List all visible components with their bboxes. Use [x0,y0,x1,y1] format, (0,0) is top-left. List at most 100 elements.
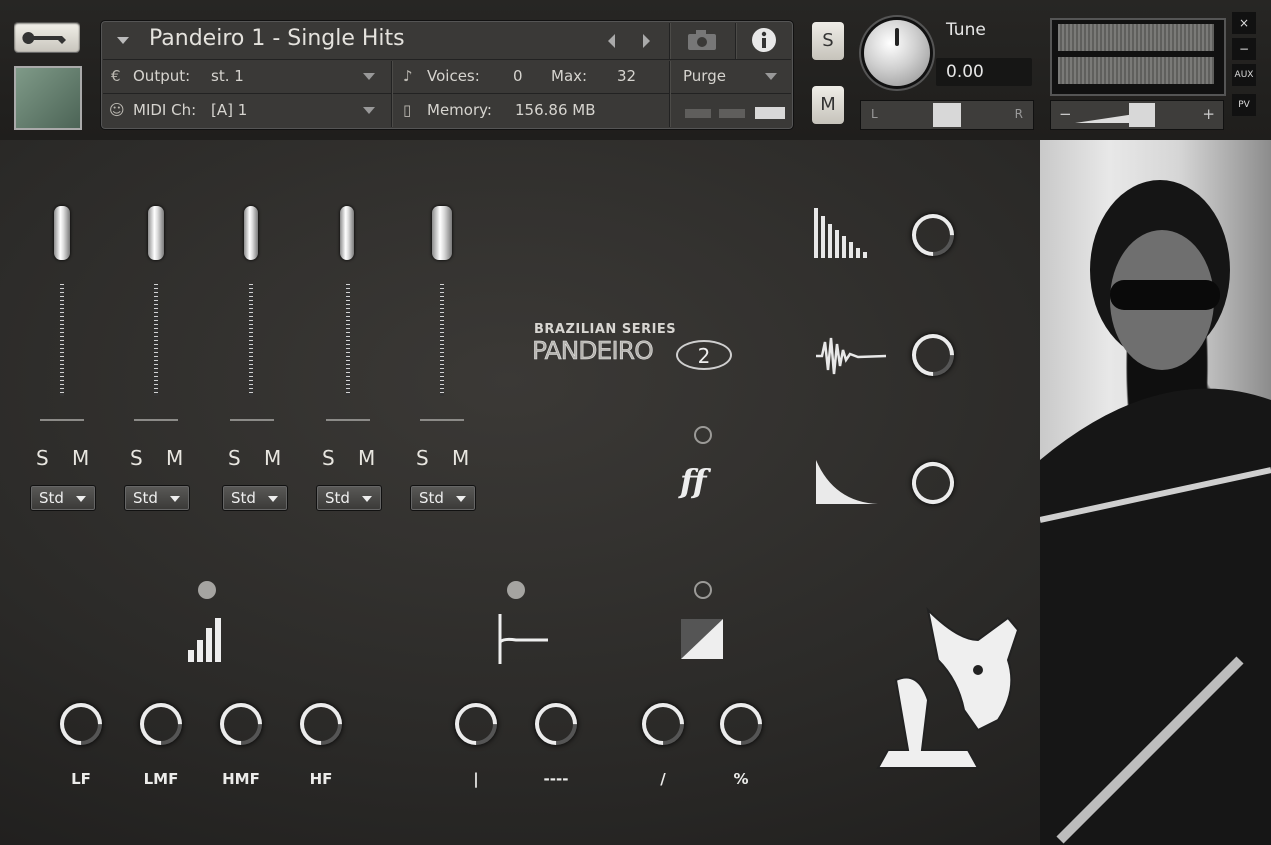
channel-1-fader[interactable] [60,284,64,396]
eq-hmf-label: HMF [222,770,260,788]
max-voices-value[interactable]: 32 [617,67,636,85]
purge-dropdown-icon[interactable] [765,73,777,80]
logo-name: PANDEIRO [532,336,654,366]
eq-hf-knob[interactable] [291,694,351,754]
output-dropdown-icon[interactable] [363,73,375,80]
voices-icon: ♪ [403,67,413,85]
artist-photo-illustration [1040,180,1271,845]
channel-3-pan[interactable] [230,419,274,421]
channel-2-fader[interactable] [154,284,158,396]
mic-3-icon [244,206,258,260]
channel-3-mute[interactable]: M [264,446,281,470]
tune-value[interactable]: 0.00 [936,58,1032,86]
midi-channel-label: MIDI Ch: [133,101,197,119]
eq-hf-label: HF [309,770,333,788]
reverb-size-knob[interactable] [446,694,506,754]
tune-knob[interactable] [864,20,930,86]
eq-lmf-label: LMF [143,770,179,788]
close-button[interactable]: × [1232,12,1256,34]
midi-channel-value[interactable]: [A] 1 [211,101,247,119]
drive-icon [681,619,723,659]
release-knob[interactable] [906,456,960,510]
volume-slider[interactable]: − + [1050,100,1224,130]
camera-icon[interactable] [686,28,718,52]
instrument-name[interactable]: Pandeiro 1 - Single Hits [149,26,405,51]
drive-mix-label: % [733,770,749,788]
solo-button[interactable]: S [812,22,844,60]
mic-1-icon [54,206,70,260]
channel-4-mode-dropdown[interactable]: Std [316,485,382,511]
mic-2-icon [148,206,164,260]
logo-series: BRAZILIAN SERIES [534,322,677,337]
decay-bars-icon [814,208,867,258]
channel-4-pan[interactable] [326,419,370,421]
collapse-arrow-icon[interactable] [117,37,129,44]
drive-toggle[interactable] [694,581,712,599]
aux-button[interactable]: AUX [1232,64,1256,86]
wrench-button[interactable] [14,22,80,52]
reverb-mix-knob[interactable] [526,694,586,754]
drive-amount-knob[interactable] [633,694,693,754]
channel-3-solo[interactable]: S [228,446,241,470]
volume-handle[interactable] [1129,103,1155,127]
eq-lmf-knob[interactable] [131,694,191,754]
release-curve-icon [816,460,878,504]
reverb-toggle[interactable] [507,581,525,599]
pv-button[interactable]: PV [1232,94,1256,116]
purge-indicator-1 [685,109,711,118]
mic-4-icon [340,206,354,260]
reverb-size-label: | [473,770,479,788]
midi-dropdown-icon[interactable] [363,107,375,114]
eq-toggle[interactable] [198,581,216,599]
volume-plus[interactable]: + [1202,105,1215,123]
channel-3-fader[interactable] [249,284,253,396]
channel-5-fader[interactable] [440,284,444,396]
dynamics-toggle[interactable] [694,426,712,444]
channel-1-mute[interactable]: M [72,446,89,470]
channel-1-pan[interactable] [40,419,84,421]
channel-1-solo[interactable]: S [36,446,49,470]
waveform-icon [816,337,887,375]
drive-mix-knob[interactable] [711,694,771,754]
volume-minus[interactable]: − [1059,105,1072,123]
pan-slider[interactable]: L R [860,100,1034,130]
output-label: Output: [133,67,191,85]
eq-bars-icon [188,618,221,662]
channel-2-solo[interactable]: S [130,446,143,470]
voices-value: 0 [513,67,523,85]
prev-next-arrows-icon[interactable] [603,31,663,51]
channel-2-mode-dropdown[interactable]: Std [124,485,190,511]
minimize-button[interactable]: − [1232,38,1256,60]
channel-4-mute[interactable]: M [358,446,375,470]
max-voices-label: Max: [551,67,588,85]
instrument-thumbnail[interactable] [14,66,82,130]
decay-knob[interactable] [903,205,963,265]
pan-handle[interactable] [933,103,961,127]
output-value[interactable]: st. 1 [211,67,244,85]
channel-2-mute[interactable]: M [166,446,183,470]
channel-3-mode-dropdown[interactable]: Std [222,485,288,511]
level-meter-left [1058,24,1214,51]
channel-5-solo[interactable]: S [416,446,429,470]
channel-4-solo[interactable]: S [322,446,335,470]
channel-5-pan[interactable] [420,419,464,421]
memory-icon: ▯ [403,101,412,119]
channel-5-mute[interactable]: M [452,446,469,470]
wrench-icon [22,31,66,44]
channel-1-mode-dropdown[interactable]: Std [30,485,96,511]
purge-indicator-2 [719,109,745,118]
mute-button[interactable]: M [812,86,844,124]
channel-2-pan[interactable] [134,419,178,421]
info-icon[interactable] [751,27,777,53]
eq-lf-knob[interactable] [51,694,111,754]
memory-label: Memory: [427,101,492,119]
midi-icon: ☺ [109,101,125,119]
eq-hmf-knob[interactable] [211,694,271,754]
dynamics-ff-label: ff [680,462,707,500]
purge-button[interactable]: Purge [683,67,726,85]
transient-knob[interactable] [903,325,963,385]
channel-5-mode-dropdown[interactable]: Std [410,485,476,511]
artist-photo [1040,140,1271,845]
drive-amount-label: / [660,770,666,788]
channel-4-fader[interactable] [346,284,350,396]
